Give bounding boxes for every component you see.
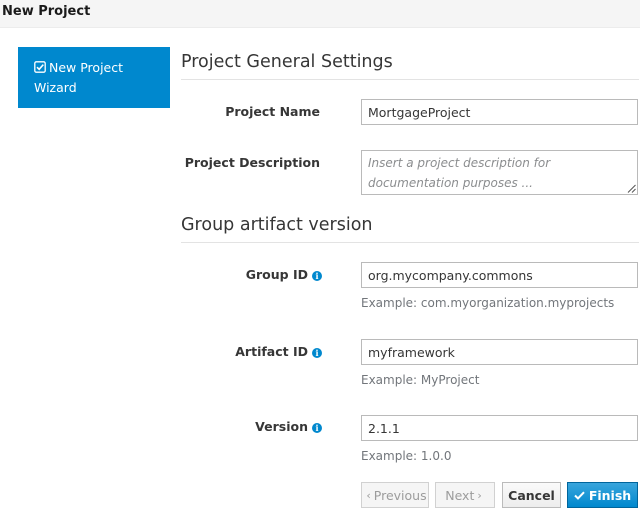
cancel-button[interactable]: Cancel [502, 482, 561, 508]
project-description-textarea[interactable] [361, 150, 638, 195]
artifact-id-label: Artifact ID i [235, 344, 322, 359]
group-id-label-text: Group ID [245, 267, 308, 282]
dialog-header: New Project [0, 0, 640, 28]
finish-button[interactable]: Finish [567, 482, 638, 508]
chevron-right-icon: › [477, 488, 482, 502]
resize-grip-icon[interactable] [627, 184, 636, 193]
artifact-id-input[interactable] [361, 339, 638, 365]
project-name-label: Project Name [225, 104, 320, 119]
check-icon [574, 491, 585, 500]
version-help: Example: 1.0.0 [361, 449, 452, 463]
section-title-gav: Group artifact version [181, 215, 639, 243]
section-title-general: Project General Settings [181, 52, 639, 80]
wizard-step-label: New Project Wizard [34, 60, 124, 95]
group-id-input[interactable] [361, 262, 638, 288]
version-label: Version i [255, 419, 322, 434]
project-description-label: Project Description [184, 155, 320, 170]
previous-button[interactable]: ‹ Previous [361, 482, 429, 508]
cancel-button-label: Cancel [508, 487, 555, 503]
finish-button-label: Finish [588, 487, 632, 503]
project-name-input[interactable] [361, 99, 638, 125]
version-label-text: Version [255, 419, 308, 434]
wizard-step-new-project[interactable]: New Project Wizard [18, 47, 170, 108]
group-id-label: Group ID i [246, 267, 322, 282]
check-square-icon [34, 61, 46, 73]
version-input[interactable] [361, 415, 638, 441]
next-button[interactable]: Next › [435, 482, 495, 508]
artifact-id-label-text: Artifact ID [235, 344, 308, 359]
next-button-label: Next [445, 487, 475, 503]
info-icon[interactable]: i [312, 423, 322, 433]
dialog-title: New Project [2, 4, 91, 19]
chevron-left-icon: ‹ [366, 488, 371, 502]
info-icon[interactable]: i [312, 271, 322, 281]
artifact-id-help: Example: MyProject [361, 373, 480, 387]
info-icon[interactable]: i [312, 348, 322, 358]
previous-button-label: Previous [373, 487, 427, 503]
group-id-help: Example: com.myorganization.myprojects [361, 296, 615, 310]
